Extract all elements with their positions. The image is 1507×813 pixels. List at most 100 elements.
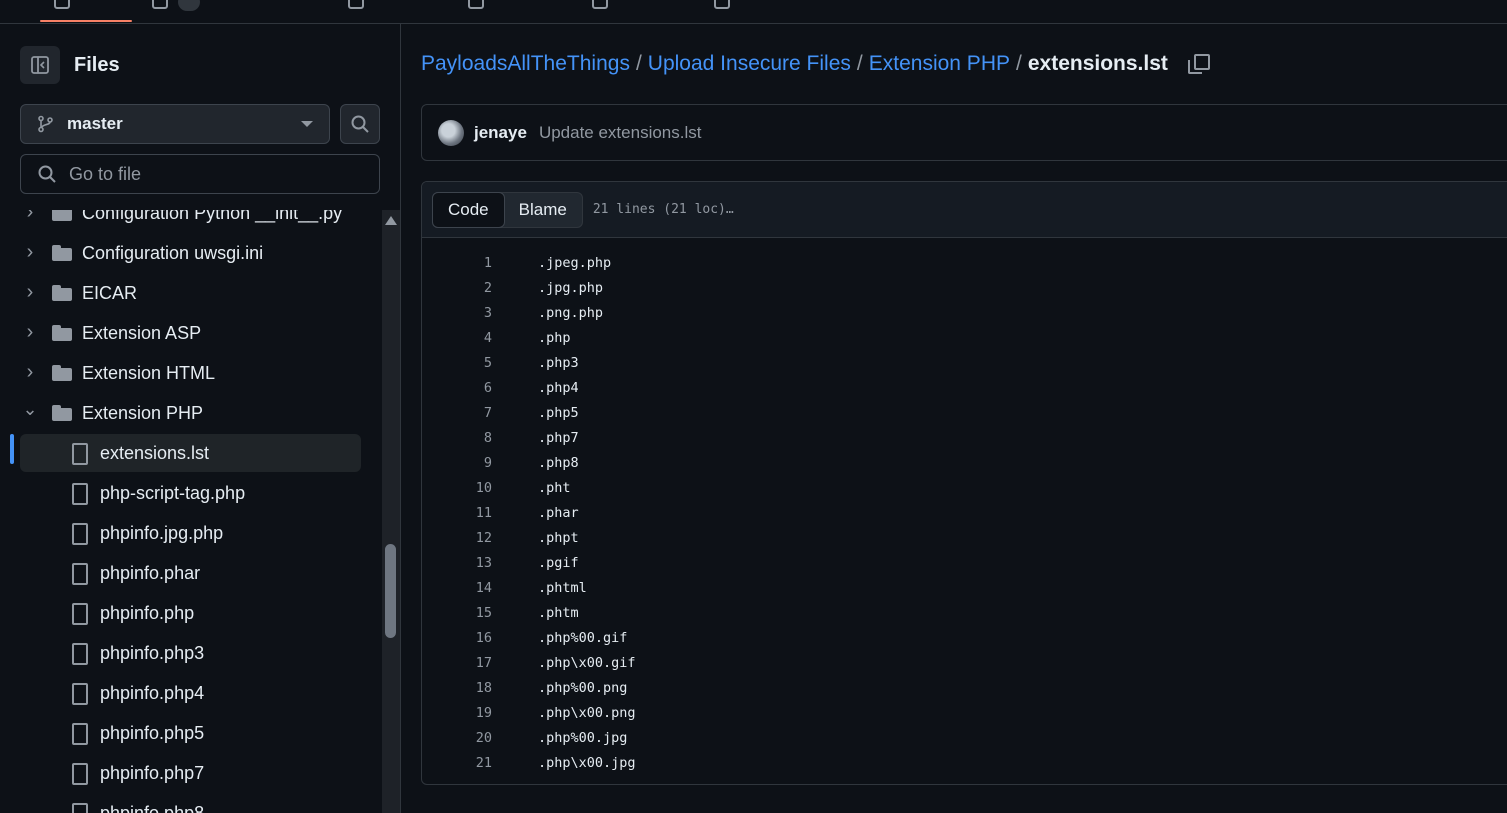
tree-item-label: phpinfo.jpg.php: [100, 522, 224, 543]
chevron-right-icon[interactable]: ›: [20, 210, 40, 224]
tree-file-item[interactable]: php-script-tag.php: [20, 474, 361, 512]
line-text: .php%00.gif: [538, 629, 628, 646]
tab-security[interactable]: [592, 0, 608, 14]
file-icon: [72, 523, 88, 545]
chevron-down-icon[interactable]: ⌄: [20, 399, 40, 420]
code-line: 14 .phtml: [422, 575, 1507, 600]
tree-file-item[interactable]: phpinfo.php4: [20, 674, 361, 712]
line-number[interactable]: 19: [422, 705, 492, 721]
code-line: 6 .php4: [422, 375, 1507, 400]
tab-actions[interactable]: [348, 0, 364, 14]
line-number[interactable]: 9: [422, 455, 492, 471]
line-number[interactable]: 18: [422, 680, 492, 696]
line-number[interactable]: 5: [422, 355, 492, 371]
tab-blame[interactable]: Blame: [504, 193, 582, 227]
line-number[interactable]: 15: [422, 605, 492, 621]
line-number[interactable]: 6: [422, 380, 492, 396]
tree-file-item[interactable]: phpinfo.jpg.php: [20, 514, 361, 552]
scroll-up-arrow-icon[interactable]: [385, 216, 397, 225]
chevron-right-icon[interactable]: ›: [20, 321, 40, 344]
line-text: .php7: [538, 429, 579, 446]
line-number[interactable]: 10: [422, 480, 492, 496]
line-number[interactable]: 8: [422, 430, 492, 446]
file-header: Code Blame 21 lines (21 loc)…: [422, 182, 1507, 238]
tab-pull-requests[interactable]: [152, 0, 200, 14]
tab-insights[interactable]: [714, 0, 730, 14]
tree-folder-item[interactable]: › Extension HTML: [20, 354, 361, 392]
line-text: .jpeg.php: [538, 254, 612, 271]
tree-file-item[interactable]: phpinfo.phar: [20, 554, 361, 592]
line-number[interactable]: 20: [422, 730, 492, 746]
chevron-right-icon[interactable]: ›: [20, 241, 40, 264]
code-line: 8 .php7: [422, 425, 1507, 450]
code-line: 16 .php%00.gif: [422, 625, 1507, 650]
line-number[interactable]: 4: [422, 330, 492, 346]
line-number[interactable]: 7: [422, 405, 492, 421]
chevron-down-icon: [301, 121, 313, 127]
avatar[interactable]: [438, 119, 464, 146]
chevron-right-icon[interactable]: ›: [20, 361, 40, 384]
line-number[interactable]: 16: [422, 630, 492, 646]
go-to-file-placeholder: Go to file: [69, 163, 142, 184]
branch-name: master: [67, 114, 123, 133]
tree-item-label: php-script-tag.php: [100, 482, 246, 503]
line-number[interactable]: 2: [422, 280, 492, 296]
graph-icon: [714, 0, 730, 9]
file-tree-sidebar: Files master Go to file › Configuration P…: [0, 24, 401, 813]
folder-icon: [52, 210, 72, 221]
file-icon: [72, 443, 88, 465]
line-number[interactable]: 1: [422, 255, 492, 271]
line-text: .php: [538, 329, 571, 346]
tree-folder-item[interactable]: › Configuration Python __init__.py: [20, 210, 361, 232]
tree-folder-item[interactable]: › Configuration uwsgi.ini: [20, 234, 361, 272]
code-line: 3 .png.php: [422, 300, 1507, 325]
branch-selector[interactable]: master: [20, 104, 330, 144]
line-number[interactable]: 3: [422, 305, 492, 321]
line-number[interactable]: 14: [422, 580, 492, 596]
tree-folder-item[interactable]: › EICAR: [20, 274, 361, 312]
file-icon: [72, 643, 88, 665]
breadcrumb-dir-upload-link[interactable]: Upload Insecure Files: [648, 52, 851, 76]
line-text: .pgif: [538, 554, 579, 571]
copy-path-icon[interactable]: [1187, 54, 1210, 74]
tree-file-item[interactable]: phpinfo.php: [20, 594, 361, 632]
file-lines-info: 21 lines (21 loc)…: [592, 202, 734, 217]
tree-file-item[interactable]: phpinfo.php8: [20, 794, 361, 813]
chevron-right-icon[interactable]: ›: [20, 281, 40, 304]
tree-item-label: EICAR: [82, 282, 138, 303]
breadcrumb-repo-link[interactable]: PayloadsAllTheThings: [421, 52, 630, 76]
tab-code[interactable]: [54, 0, 70, 14]
go-to-file-input[interactable]: Go to file: [20, 154, 380, 194]
line-number[interactable]: 13: [422, 555, 492, 571]
line-text: .php3: [538, 354, 579, 371]
line-number[interactable]: 21: [422, 755, 492, 771]
shield-icon: [592, 0, 608, 9]
tree-file-item[interactable]: extensions.lst: [20, 434, 361, 472]
breadcrumb-dir-extension-php-link[interactable]: Extension PHP: [869, 52, 1010, 76]
code-line: 5 .php3: [422, 350, 1507, 375]
scrollbar-thumb[interactable]: [385, 544, 396, 638]
sidebar-scrollbar[interactable]: [382, 210, 400, 813]
pull-request-count: [178, 0, 200, 11]
tree-file-item[interactable]: phpinfo.php3: [20, 634, 361, 672]
search-button[interactable]: [340, 104, 380, 144]
line-number[interactable]: 12: [422, 530, 492, 546]
tree-item-label: phpinfo.php3: [100, 642, 205, 663]
commit-message[interactable]: Update extensions.lst: [539, 123, 702, 143]
search-icon: [38, 165, 56, 183]
tree-folder-item[interactable]: › Extension ASP: [20, 314, 361, 352]
code-line: 17 .php\x00.gif: [422, 650, 1507, 675]
tree-file-item[interactable]: phpinfo.php5: [20, 714, 361, 752]
line-number[interactable]: 11: [422, 505, 492, 521]
collapse-sidebar-button[interactable]: [20, 46, 60, 84]
commit-author[interactable]: jenaye: [474, 123, 527, 143]
line-text: .jpg.php: [538, 279, 604, 296]
tab-code[interactable]: Code: [432, 191, 505, 228]
tree-folder-item[interactable]: ⌄ Extension PHP: [20, 394, 361, 432]
code-line: 19 .php\x00.png: [422, 700, 1507, 725]
tree-item-label: Configuration uwsgi.ini: [82, 242, 264, 263]
line-number[interactable]: 17: [422, 655, 492, 671]
tab-projects[interactable]: [468, 0, 484, 14]
line-text: .php\x00.png: [538, 704, 636, 721]
tree-file-item[interactable]: phpinfo.php7: [20, 754, 361, 792]
